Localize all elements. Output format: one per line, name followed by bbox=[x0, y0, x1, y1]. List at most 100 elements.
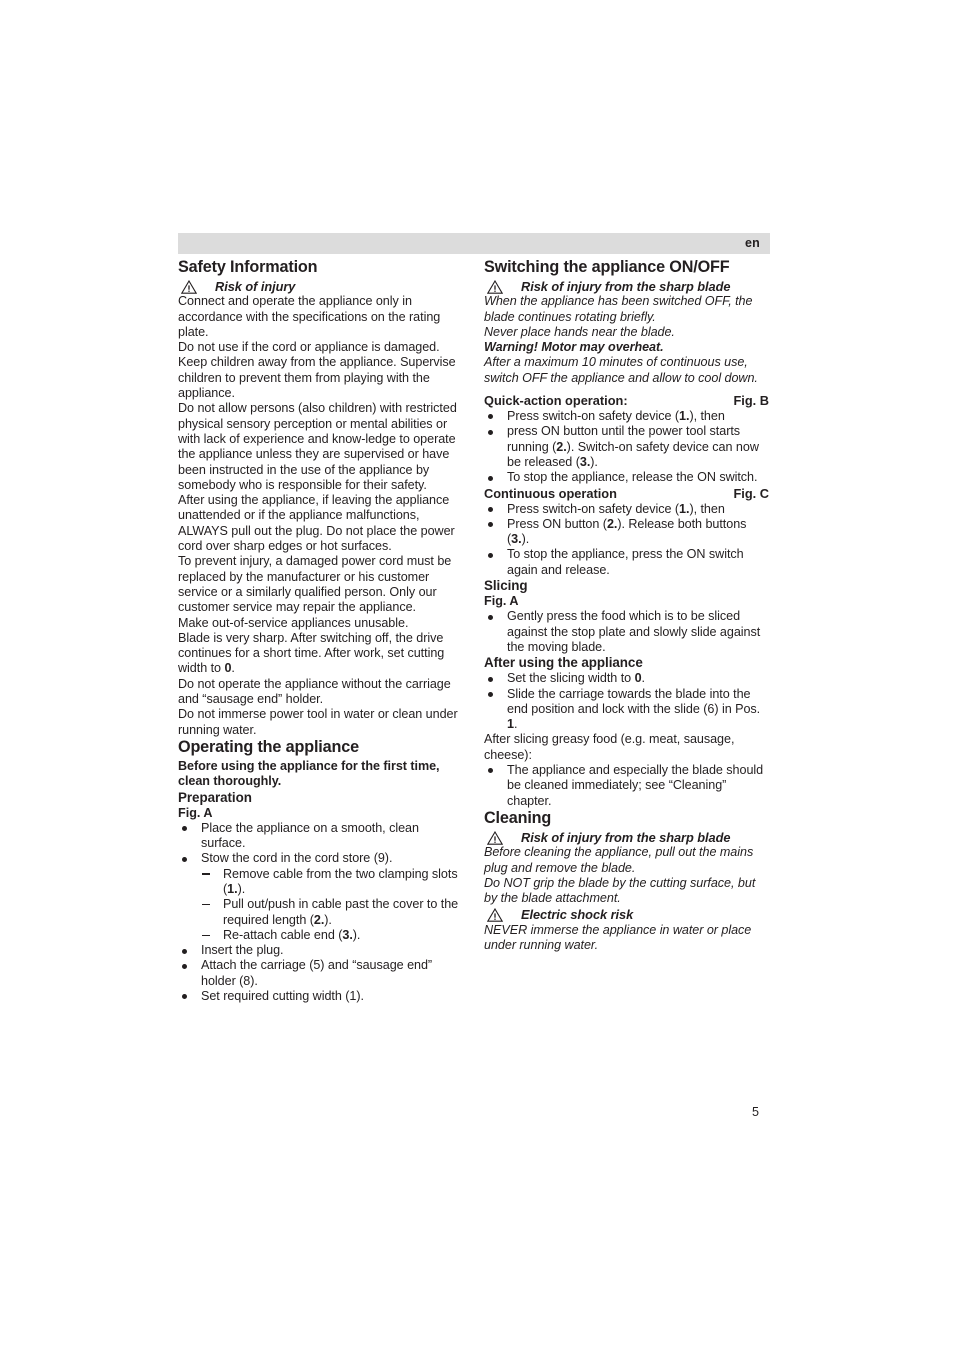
safety-paragraph-8: Do not immerse power tool in water or cl… bbox=[178, 707, 458, 737]
warning-label-electric-shock: Electric shock risk bbox=[521, 907, 634, 923]
preparation-dash-list: Remove cable from the two clamping slots… bbox=[178, 867, 463, 943]
warning-triangle-icon bbox=[180, 279, 198, 294]
step-number: 1. bbox=[227, 881, 238, 896]
figure-reference-b: Fig. B bbox=[733, 393, 769, 409]
list-item: Pull out/push in cable past the cover to… bbox=[178, 897, 463, 928]
right-column: Switching the appliance ON/OFF Risk of i… bbox=[484, 258, 769, 953]
dash-icon bbox=[202, 873, 210, 875]
slicing-list: Gently press the food which is to be sli… bbox=[484, 609, 769, 655]
continuous-operation-heading-row: Continuous operation Fig. C bbox=[484, 486, 769, 502]
list-item-text: Place the appliance on a smooth, clean s… bbox=[201, 820, 419, 851]
warning-electric-shock: Electric shock risk bbox=[484, 907, 769, 922]
step-number-2: 3. bbox=[511, 532, 522, 547]
warning-motor-overheat: Warning! Motor may overheat. bbox=[484, 340, 664, 355]
list-item: Set the slicing width to 0. bbox=[484, 671, 769, 686]
bullet-dot-icon bbox=[488, 414, 493, 420]
overheat-instruction: After a maximum 10 minutes of continuous… bbox=[484, 355, 758, 385]
cleaning-italic-line-2: Do NOT grip the blade by the cutting sur… bbox=[484, 875, 756, 906]
step-number: 1. bbox=[679, 409, 690, 424]
safety-paragraph-4: After using the appliance, if leaving th… bbox=[178, 493, 455, 554]
subsection-heading-quick-action: Quick-action operation: bbox=[484, 393, 628, 409]
bullet-dot-icon bbox=[182, 994, 187, 1000]
list-item-text: The appliance and especially the blade s… bbox=[507, 763, 764, 808]
list-item: press ON button until the power tool sta… bbox=[484, 424, 769, 470]
safety-paragraph-1: Connect and operate the appliance only i… bbox=[178, 294, 441, 339]
list-item: To stop the appliance, press the ON swit… bbox=[484, 547, 769, 578]
section-heading-cleaning: Cleaning bbox=[484, 808, 552, 827]
bullet-dot-icon bbox=[182, 826, 187, 832]
bullet-dot-icon bbox=[488, 429, 493, 435]
list-item-text: To stop the appliance, release the ON sw… bbox=[507, 470, 758, 485]
left-column: Safety Information Risk of injury Connec… bbox=[178, 258, 463, 1004]
list-item-text: Gently press the food which is to be sli… bbox=[507, 609, 761, 654]
list-item: Set required cutting width (1). bbox=[178, 989, 463, 1004]
list-item-text-b: ). bbox=[352, 927, 361, 942]
position-value: 1 bbox=[507, 717, 514, 732]
warning-risk-of-injury: Risk of injury bbox=[178, 279, 463, 294]
bullet-dot-icon bbox=[488, 506, 493, 512]
list-item: The appliance and especially the blade s… bbox=[484, 763, 769, 809]
step-number: 1. bbox=[679, 501, 690, 516]
dash-icon bbox=[202, 934, 210, 937]
section-heading-slicing: Slicing bbox=[484, 578, 528, 594]
list-item: Remove cable from the two clamping slots… bbox=[178, 867, 463, 898]
bullet-dot-icon bbox=[488, 614, 493, 620]
warning-label-cleaning-sharp-blade: Risk of injury from the sharp blade bbox=[521, 829, 731, 845]
list-item-text: Insert the plug. bbox=[201, 943, 284, 958]
list-item-text-b: ), then bbox=[689, 409, 725, 424]
list-item-text-a: Press ON button ( bbox=[507, 516, 607, 531]
preparation-bullet-list: Place the appliance on a smooth, clean s… bbox=[178, 821, 463, 867]
list-item-text-b: ). bbox=[237, 881, 246, 896]
step-number: 3. bbox=[342, 927, 353, 942]
safety-paragraph-7: Do not operate the appliance without the… bbox=[178, 676, 451, 707]
list-item-text-a: Set the slicing width to bbox=[507, 671, 635, 686]
warning-cleaning-sharp-blade: Risk of injury from the sharp blade bbox=[484, 830, 769, 845]
warning-triangle-icon bbox=[486, 830, 504, 845]
bullet-dot-icon bbox=[488, 522, 493, 528]
section-heading-switching-on-off: Switching the appliance ON/OFF bbox=[484, 258, 730, 276]
safety-paragraph-6: Make out-of-service appliances unusable. bbox=[178, 615, 409, 630]
step-number: 2. bbox=[313, 912, 325, 927]
list-item: Stow the cord in the cord store (9). bbox=[178, 851, 463, 866]
list-item: Insert the plug. bbox=[178, 943, 463, 958]
safety-paragraph-2: Do not use if the cord or appliance is d… bbox=[178, 340, 456, 401]
list-item: Press switch-on safety device (1.), then bbox=[484, 409, 769, 424]
preparation-bullet-list-tail: Insert the plug. Attach the carriage (5)… bbox=[178, 943, 463, 1004]
step-number: 2. bbox=[556, 439, 567, 454]
list-item: Re-attach cable end (3.). bbox=[178, 928, 463, 943]
step-number: 2. bbox=[606, 516, 618, 531]
bullet-dot-icon bbox=[182, 963, 187, 969]
list-item-text: Stow the cord in the cord store (9). bbox=[201, 851, 393, 866]
warning-label-risk-of-injury: Risk of injury bbox=[215, 279, 296, 294]
quick-action-heading-row: Quick-action operation: Fig. B bbox=[484, 393, 769, 409]
bullet-dot-icon bbox=[488, 552, 493, 558]
switching-italic-line-1: When the appliance has been switched OFF… bbox=[484, 294, 753, 324]
step-number-2: 3. bbox=[579, 454, 591, 469]
list-item-text: To stop the appliance, press the ON swit… bbox=[507, 547, 744, 577]
subsection-heading-continuous-operation: Continuous operation bbox=[484, 485, 617, 501]
list-item-text-b: . bbox=[513, 717, 518, 732]
list-item: To stop the appliance, release the ON sw… bbox=[484, 470, 769, 485]
warning-risk-of-injury-sharp-blade: Risk of injury from the sharp blade bbox=[484, 279, 769, 294]
list-item-text-a: Re-attach cable end ( bbox=[223, 927, 343, 942]
cleaning-italic-line-1: Before cleaning the appliance, pull out … bbox=[484, 845, 754, 875]
dash-icon bbox=[202, 904, 210, 906]
list-item-text-a: Press switch-on safety device ( bbox=[507, 501, 680, 516]
figure-label-a-preparation: Fig. A bbox=[178, 805, 213, 820]
list-item-text: Set required cutting width (1). bbox=[201, 989, 364, 1004]
after-use-list: Set the slicing width to 0. Slide the ca… bbox=[484, 671, 769, 732]
list-item-text-c: ). bbox=[521, 532, 530, 547]
greasy-food-note: After slicing greasy food (e.g. meat, sa… bbox=[484, 732, 735, 762]
list-item: Place the appliance on a smooth, clean s… bbox=[178, 821, 463, 852]
list-item-text-c: ). bbox=[590, 454, 598, 469]
list-item: Gently press the food which is to be sli… bbox=[484, 609, 769, 655]
bullet-dot-icon bbox=[182, 948, 187, 954]
bullet-dot-icon bbox=[488, 768, 493, 774]
list-item: Attach the carriage (5) and “sausage end… bbox=[178, 958, 463, 989]
figure-reference-c: Fig. C bbox=[733, 485, 769, 501]
switching-italic-line-2: Never place hands near the blade. bbox=[484, 324, 675, 339]
bullet-dot-icon bbox=[488, 475, 493, 481]
warning-triangle-icon bbox=[486, 908, 504, 923]
list-item: Press ON button (2.). Release both butto… bbox=[484, 517, 769, 548]
section-heading-operating-the-appliance: Operating the appliance bbox=[178, 737, 359, 756]
